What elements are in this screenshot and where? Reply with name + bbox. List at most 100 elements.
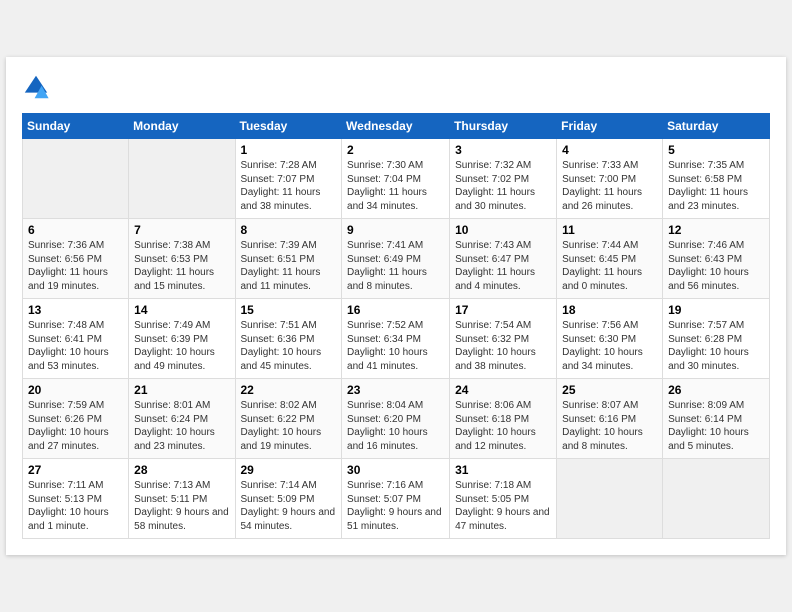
cell-info: Sunrise: 7:36 AMSunset: 6:56 PMDaylight:… <box>28 239 123 293</box>
cell-info: Sunrise: 7:49 AMSunset: 6:39 PMDaylight:… <box>134 319 229 373</box>
weekday-header-monday: Monday <box>129 114 235 139</box>
weekday-header-saturday: Saturday <box>663 114 770 139</box>
day-number: 8 <box>241 223 337 237</box>
day-number: 2 <box>347 143 444 157</box>
calendar-cell: 4 Sunrise: 7:33 AMSunset: 7:00 PMDaylight… <box>557 139 663 219</box>
cell-info: Sunrise: 7:43 AMSunset: 6:47 PMDaylight:… <box>455 239 551 293</box>
day-number: 4 <box>562 143 657 157</box>
calendar-cell: 6 Sunrise: 7:36 AMSunset: 6:56 PMDaylight… <box>23 219 129 299</box>
calendar-cell: 2 Sunrise: 7:30 AMSunset: 7:04 PMDaylight… <box>342 139 450 219</box>
cell-info: Sunrise: 8:07 AMSunset: 6:16 PMDaylight:… <box>562 399 657 453</box>
day-number: 30 <box>347 463 444 477</box>
weekday-header-row: SundayMondayTuesdayWednesdayThursdayFrid… <box>23 114 770 139</box>
day-number: 18 <box>562 303 657 317</box>
day-number: 20 <box>28 383 123 397</box>
week-row-1: 1 Sunrise: 7:28 AMSunset: 7:07 PMDaylight… <box>23 139 770 219</box>
calendar-cell <box>557 459 663 539</box>
calendar-cell: 15 Sunrise: 7:51 AMSunset: 6:36 PMDayligh… <box>235 299 342 379</box>
week-row-5: 27 Sunrise: 7:11 AMSunset: 5:13 PMDayligh… <box>23 459 770 539</box>
day-number: 10 <box>455 223 551 237</box>
cell-info: Sunrise: 7:32 AMSunset: 7:02 PMDaylight:… <box>455 159 551 213</box>
cell-info: Sunrise: 7:56 AMSunset: 6:30 PMDaylight:… <box>562 319 657 373</box>
calendar-cell: 20 Sunrise: 7:59 AMSunset: 6:26 PMDayligh… <box>23 379 129 459</box>
cell-info: Sunrise: 7:11 AMSunset: 5:13 PMDaylight:… <box>28 479 123 533</box>
cell-info: Sunrise: 7:44 AMSunset: 6:45 PMDaylight:… <box>562 239 657 293</box>
calendar-cell: 24 Sunrise: 8:06 AMSunset: 6:18 PMDayligh… <box>450 379 557 459</box>
calendar-cell: 31 Sunrise: 7:18 AMSunset: 5:05 PMDayligh… <box>450 459 557 539</box>
day-number: 26 <box>668 383 764 397</box>
day-number: 22 <box>241 383 337 397</box>
day-number: 31 <box>455 463 551 477</box>
day-number: 1 <box>241 143 337 157</box>
day-number: 29 <box>241 463 337 477</box>
day-number: 11 <box>562 223 657 237</box>
day-number: 17 <box>455 303 551 317</box>
cell-info: Sunrise: 7:52 AMSunset: 6:34 PMDaylight:… <box>347 319 444 373</box>
cell-info: Sunrise: 7:28 AMSunset: 7:07 PMDaylight:… <box>241 159 337 213</box>
calendar-cell: 18 Sunrise: 7:56 AMSunset: 6:30 PMDayligh… <box>557 299 663 379</box>
cell-info: Sunrise: 7:54 AMSunset: 6:32 PMDaylight:… <box>455 319 551 373</box>
day-number: 6 <box>28 223 123 237</box>
cell-info: Sunrise: 7:46 AMSunset: 6:43 PMDaylight:… <box>668 239 764 293</box>
cell-info: Sunrise: 7:18 AMSunset: 5:05 PMDaylight:… <box>455 479 551 533</box>
cell-info: Sunrise: 7:13 AMSunset: 5:11 PMDaylight:… <box>134 479 229 533</box>
calendar-cell: 12 Sunrise: 7:46 AMSunset: 6:43 PMDayligh… <box>663 219 770 299</box>
cell-info: Sunrise: 7:33 AMSunset: 7:00 PMDaylight:… <box>562 159 657 213</box>
calendar-cell: 5Sunrise: 7:35 AMSunset: 6:58 PMDaylight… <box>663 139 770 219</box>
logo-icon <box>22 73 50 101</box>
calendar-cell: 8Sunrise: 7:39 AMSunset: 6:51 PMDaylight… <box>235 219 342 299</box>
calendar-cell: 22 Sunrise: 8:02 AMSunset: 6:22 PMDayligh… <box>235 379 342 459</box>
cell-info: Sunrise: 7:38 AMSunset: 6:53 PMDaylight:… <box>134 239 229 293</box>
week-row-2: 6 Sunrise: 7:36 AMSunset: 6:56 PMDaylight… <box>23 219 770 299</box>
calendar-cell: 28 Sunrise: 7:13 AMSunset: 5:11 PMDayligh… <box>129 459 235 539</box>
calendar-cell: 9 Sunrise: 7:41 AMSunset: 6:49 PMDaylight… <box>342 219 450 299</box>
cell-info: Sunrise: 8:06 AMSunset: 6:18 PMDaylight:… <box>455 399 551 453</box>
cell-info: Sunrise: 7:16 AMSunset: 5:07 PMDaylight:… <box>347 479 444 533</box>
cell-info: Sunrise: 7:59 AMSunset: 6:26 PMDaylight:… <box>28 399 123 453</box>
calendar-cell: 25 Sunrise: 8:07 AMSunset: 6:16 PMDayligh… <box>557 379 663 459</box>
calendar-cell: 10 Sunrise: 7:43 AMSunset: 6:47 PMDayligh… <box>450 219 557 299</box>
cell-info: Sunrise: 7:14 AMSunset: 5:09 PMDaylight:… <box>241 479 337 533</box>
day-number: 13 <box>28 303 123 317</box>
day-number: 25 <box>562 383 657 397</box>
day-number: 9 <box>347 223 444 237</box>
day-number: 15 <box>241 303 337 317</box>
day-number: 7 <box>134 223 229 237</box>
calendar-cell: 19Sunrise: 7:57 AMSunset: 6:28 PMDayligh… <box>663 299 770 379</box>
calendar-cell: 26 Sunrise: 8:09 AMSunset: 6:14 PMDayligh… <box>663 379 770 459</box>
calendar-cell: 23Sunrise: 8:04 AMSunset: 6:20 PMDayligh… <box>342 379 450 459</box>
calendar-cell: 14Sunrise: 7:49 AMSunset: 6:39 PMDayligh… <box>129 299 235 379</box>
calendar-cell <box>663 459 770 539</box>
calendar-cell: 27 Sunrise: 7:11 AMSunset: 5:13 PMDayligh… <box>23 459 129 539</box>
weekday-header-friday: Friday <box>557 114 663 139</box>
day-number: 3 <box>455 143 551 157</box>
calendar-cell: 30 Sunrise: 7:16 AMSunset: 5:07 PMDayligh… <box>342 459 450 539</box>
cell-info: Sunrise: 7:30 AMSunset: 7:04 PMDaylight:… <box>347 159 444 213</box>
cell-info: Sunrise: 7:41 AMSunset: 6:49 PMDaylight:… <box>347 239 444 293</box>
logo <box>22 73 54 101</box>
cell-info: Sunrise: 8:09 AMSunset: 6:14 PMDaylight:… <box>668 399 764 453</box>
day-number: 28 <box>134 463 229 477</box>
calendar-cell: 3 Sunrise: 7:32 AMSunset: 7:02 PMDaylight… <box>450 139 557 219</box>
day-number: 12 <box>668 223 764 237</box>
day-number: 27 <box>28 463 123 477</box>
day-number: 23 <box>347 383 444 397</box>
day-number: 19 <box>668 303 764 317</box>
calendar-cell <box>129 139 235 219</box>
calendar-cell: 13 Sunrise: 7:48 AMSunset: 6:41 PMDayligh… <box>23 299 129 379</box>
week-row-4: 20 Sunrise: 7:59 AMSunset: 6:26 PMDayligh… <box>23 379 770 459</box>
weekday-header-thursday: Thursday <box>450 114 557 139</box>
cell-info: Sunrise: 7:35 AMSunset: 6:58 PMDaylight:… <box>668 159 764 213</box>
weekday-header-wednesday: Wednesday <box>342 114 450 139</box>
cell-info: Sunrise: 8:02 AMSunset: 6:22 PMDaylight:… <box>241 399 337 453</box>
cell-info: Sunrise: 7:48 AMSunset: 6:41 PMDaylight:… <box>28 319 123 373</box>
week-row-3: 13 Sunrise: 7:48 AMSunset: 6:41 PMDayligh… <box>23 299 770 379</box>
day-number: 24 <box>455 383 551 397</box>
calendar-cell: 29 Sunrise: 7:14 AMSunset: 5:09 PMDayligh… <box>235 459 342 539</box>
weekday-header-sunday: Sunday <box>23 114 129 139</box>
day-number: 16 <box>347 303 444 317</box>
cell-info: Sunrise: 7:51 AMSunset: 6:36 PMDaylight:… <box>241 319 337 373</box>
weekday-header-tuesday: Tuesday <box>235 114 342 139</box>
cell-info: Sunrise: 8:01 AMSunset: 6:24 PMDaylight:… <box>134 399 229 453</box>
calendar-table: SundayMondayTuesdayWednesdayThursdayFrid… <box>22 113 770 539</box>
